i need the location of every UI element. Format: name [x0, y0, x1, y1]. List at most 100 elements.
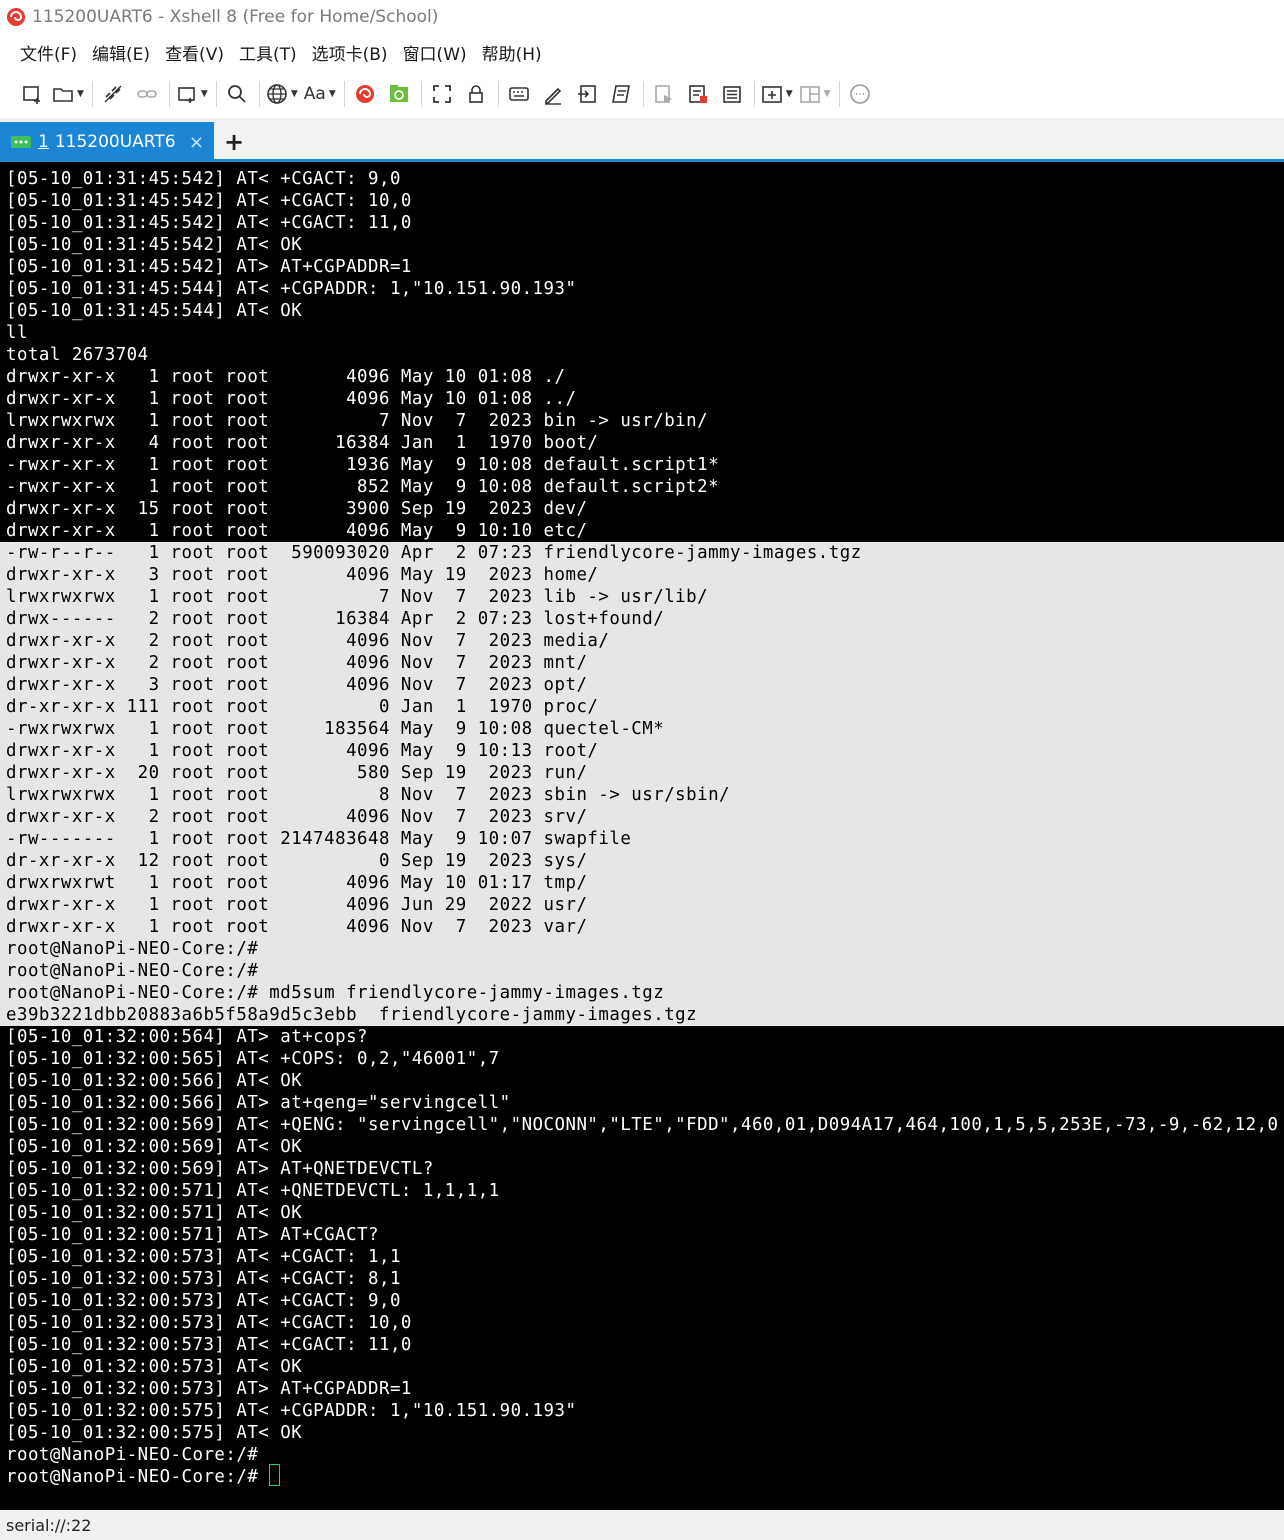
terminal-line: [05-10_01:32:00:565] AT< +COPS: 0,2,"460… — [6, 1049, 500, 1069]
keyboard-button[interactable] — [505, 79, 533, 109]
terminal-line: lrwxrwxrwx 1 root root 7 Nov 7 2023 lib … — [6, 587, 709, 607]
stop-icon — [688, 85, 707, 103]
terminal-line: [05-10_01:31:45:544] AT< OK — [6, 301, 303, 321]
menu-window[interactable]: 窗口(W) — [403, 40, 467, 65]
lock-button[interactable] — [462, 79, 490, 109]
terminal-line: drwxrwxrwt 1 root root 4096 May 10 01:17… — [6, 873, 588, 893]
add-tab-button[interactable]: + — [224, 128, 244, 156]
tab-number: 1 — [38, 132, 49, 152]
script-button[interactable] — [607, 79, 635, 109]
terminal-line: root@NanoPi-NEO-Core:/# md5sum friendlyc… — [6, 983, 665, 1003]
toolbar-separator — [168, 81, 170, 107]
compose-button[interactable] — [539, 79, 567, 109]
transfer-icon — [577, 85, 596, 103]
encoding-button[interactable]: ▼ — [266, 79, 298, 109]
menu-tools[interactable]: 工具(T) — [239, 40, 297, 65]
terminal-line: drwxr-xr-x 1 root root 4096 May 10 01:08… — [6, 367, 566, 387]
fullscreen-icon — [432, 85, 451, 103]
xshell-button[interactable] — [351, 79, 379, 109]
terminal-line: root@NanoPi-NEO-Core:/# — [6, 961, 259, 981]
transfer-button[interactable] — [573, 79, 601, 109]
terminal-line: [05-10_01:31:45:542] AT> AT+CGPADDR=1 — [6, 257, 412, 277]
disconnect-button[interactable] — [99, 79, 127, 109]
chevron-down-icon: ▼ — [823, 89, 831, 99]
toolbar: ▼ ▼ ▼ Aa ▼ ▼ ▼ — [0, 70, 1284, 118]
terminal-line: drwxr-xr-x 1 root root 4096 May 9 10:13 … — [6, 741, 599, 761]
menu-bar: 文件(F) 编辑(E) 查看(V) 工具(T) 选项卡(B) 窗口(W) 帮助(… — [0, 34, 1284, 70]
menu-tabs[interactable]: 选项卡(B) — [312, 40, 388, 65]
menu-file[interactable]: 文件(F) — [20, 40, 77, 65]
terminal-line: [05-10_01:32:00:569] AT< +QENG: "serving… — [6, 1115, 1279, 1135]
terminal[interactable]: [05-10_01:31:45:542] AT< +CGACT: 9,0 [05-… — [0, 162, 1284, 1510]
terminal-line: drwxr-xr-x 2 root root 4096 Nov 7 2023 m… — [6, 653, 588, 673]
script-icon — [611, 85, 630, 103]
tab-label: 115200UART6 — [54, 132, 176, 152]
serial-port-icon — [11, 136, 31, 148]
notes-button[interactable] — [718, 79, 746, 109]
terminal-line: drwxr-xr-x 1 root root 4096 Jun 29 2022 … — [6, 895, 588, 915]
terminal-line: drwxr-xr-x 1 root root 4096 May 9 10:10 … — [6, 521, 588, 541]
xshell-logo-icon — [7, 8, 25, 26]
terminal-line: root@NanoPi-NEO-Core:/# — [6, 1445, 259, 1465]
menu-edit[interactable]: 编辑(E) — [92, 40, 150, 65]
chevron-down-icon: ▼ — [290, 89, 298, 99]
terminal-line: -rwxrwxrwx 1 root root 183564 May 9 10:0… — [6, 719, 665, 739]
terminal-line: [05-10_01:32:00:569] AT< OK — [6, 1137, 303, 1157]
terminal-line: [05-10_01:32:00:573] AT< +CGACT: 1,1 — [6, 1247, 401, 1267]
new-window-button[interactable]: ▼ — [176, 79, 208, 109]
terminal-line: root@NanoPi-NEO-Core:/# — [6, 1467, 270, 1487]
terminal-line: dr-xr-xr-x 12 root root 0 Sep 19 2023 sy… — [6, 851, 588, 871]
terminal-line: [05-10_01:32:00:573] AT< +CGACT: 10,0 — [6, 1313, 412, 1333]
font-button[interactable]: Aa ▼ — [304, 79, 336, 109]
tab-bar: 1 115200UART6 × + — [0, 118, 1284, 162]
terminal-line: [05-10_01:31:45:542] AT< +CGACT: 9,0 — [6, 169, 401, 189]
terminal-line: [05-10_01:32:00:573] AT< +CGACT: 9,0 — [6, 1291, 401, 1311]
toolbar-separator — [215, 81, 217, 107]
terminal-line: root@NanoPi-NEO-Core:/# — [6, 939, 259, 959]
new-window-icon — [178, 87, 195, 103]
terminal-line: [05-10_01:32:00:571] AT< OK — [6, 1203, 303, 1223]
terminal-line: [05-10_01:32:00:573] AT< +CGACT: 11,0 — [6, 1335, 412, 1355]
terminal-line: dr-xr-xr-x 111 root root 0 Jan 1 1970 pr… — [6, 697, 599, 717]
compose-icon — [544, 87, 561, 105]
find-button[interactable] — [223, 79, 251, 109]
new-session-button[interactable] — [18, 79, 46, 109]
toolbar-separator — [642, 81, 644, 107]
terminal-line: drwxr-xr-x 3 root root 4096 Nov 7 2023 o… — [6, 675, 588, 695]
open-session-button[interactable]: ▼ — [52, 79, 84, 109]
add-tab-icon — [761, 86, 782, 103]
log-icon — [654, 85, 672, 103]
terminal-line: -rw------- 1 root root 2147483648 May 9 … — [6, 829, 632, 849]
terminal-line: [05-10_01:32:00:573] AT> AT+CGPADDR=1 — [6, 1379, 412, 1399]
tab-session[interactable]: 1 115200UART6 × — [0, 122, 214, 162]
status-bar: serial://:22 — [0, 1510, 1284, 1540]
start-log-button[interactable] — [650, 79, 678, 109]
reconnect-icon — [137, 90, 157, 98]
terminal-line: drwxr-xr-x 3 root root 4096 May 19 2023 … — [6, 565, 599, 585]
new-session-icon — [23, 86, 40, 104]
xshell-icon — [355, 85, 374, 103]
terminal-line: [05-10_01:31:45:544] AT< +CGPADDR: 1,"10… — [6, 279, 577, 299]
keyboard-icon — [508, 87, 529, 101]
close-icon[interactable]: × — [189, 132, 204, 153]
layout-button[interactable]: ▼ — [799, 79, 831, 109]
terminal-line: drwxr-xr-x 1 root root 4096 Nov 7 2023 v… — [6, 917, 588, 937]
open-folder-icon — [53, 88, 73, 102]
new-tab-button[interactable]: ▼ — [761, 79, 793, 109]
lock-icon — [468, 85, 483, 103]
chevron-down-icon: ▼ — [77, 89, 84, 99]
chat-button[interactable] — [846, 79, 874, 109]
terminal-line: [05-10_01:32:00:575] AT< OK — [6, 1423, 303, 1443]
terminal-line: drwxr-xr-x 4 root root 16384 Jan 1 1970 … — [6, 433, 599, 453]
menu-help[interactable]: 帮助(H) — [482, 40, 542, 65]
menu-view[interactable]: 查看(V) — [165, 40, 224, 65]
stop-log-button[interactable] — [684, 79, 712, 109]
toolbar-separator — [420, 81, 422, 107]
xftp-button[interactable] — [385, 79, 413, 109]
xftp-icon — [389, 85, 408, 102]
fullscreen-button[interactable] — [428, 79, 456, 109]
terminal-line: [05-10_01:32:00:566] AT> at+qeng="servin… — [6, 1093, 511, 1113]
terminal-line: [05-10_01:32:00:564] AT> at+cops? — [6, 1027, 369, 1047]
title-bar: 115200UART6 - Xshell 8 (Free for Home/Sc… — [0, 0, 1284, 34]
reconnect-button[interactable] — [133, 79, 161, 109]
